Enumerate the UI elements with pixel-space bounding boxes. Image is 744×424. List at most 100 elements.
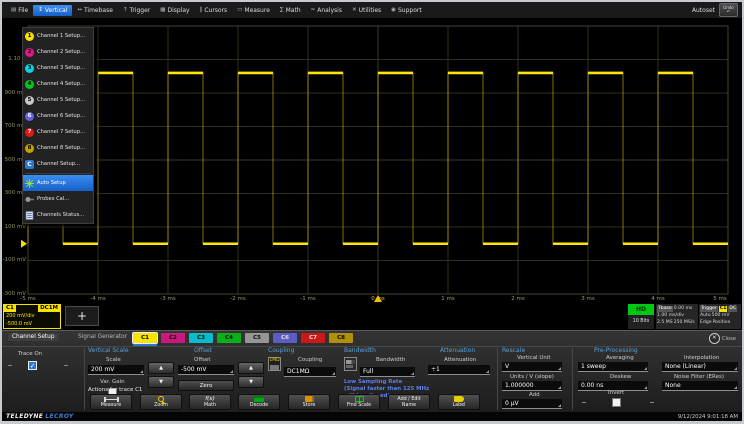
averaging-field[interactable]: 1 sweep <box>578 362 648 372</box>
menu-support[interactable]: ◉Support <box>386 5 427 16</box>
measure-action-button[interactable]: Measure <box>90 394 132 410</box>
c1-trace-descriptor[interactable]: C1 DC1M 200 mV/div -500.0 mV <box>3 304 61 329</box>
menu-item-label: Probes Cal... <box>37 196 69 202</box>
channel-chip-c8[interactable]: C8 <box>329 333 353 343</box>
channel-chip-c4[interactable]: C4 <box>217 333 241 343</box>
autoset-button[interactable]: Autoset <box>692 7 715 14</box>
slope-field[interactable]: 1.000000 <box>502 381 562 391</box>
menu-item-label: Channel 5 Setup... <box>37 97 85 103</box>
bandwidth-heading: Bandwidth <box>344 347 376 354</box>
c1-ground-marker[interactable] <box>21 240 27 248</box>
tab-signal-generator[interactable]: Signal Generator <box>74 333 131 341</box>
auto-setup-icon <box>25 179 34 188</box>
trigger-level: 500 mV <box>712 312 730 319</box>
menu-cursors[interactable]: ∥Cursors <box>195 5 233 16</box>
action-label: Store <box>303 403 316 408</box>
menu-analysis[interactable]: ≈Analysis <box>306 5 347 16</box>
coupling-label: Coupling <box>298 357 322 363</box>
close-label: Close <box>722 336 736 342</box>
x-tick-label: 3 ms <box>575 296 601 302</box>
add-trace-button[interactable]: + <box>65 306 99 326</box>
attenuation-field[interactable]: ÷1 <box>428 365 490 375</box>
menu-timebase[interactable]: ↔Timebase <box>72 5 118 16</box>
menu-item-channel-setup[interactable]: CChannel Setup... <box>23 156 93 172</box>
menu-item-channel-1-setup[interactable]: 1Channel 1 Setup... <box>23 28 93 44</box>
scale-field[interactable]: 200 mV <box>88 365 144 375</box>
graticule-plot <box>2 18 742 304</box>
channel-4-icon: 4 <box>25 80 34 89</box>
menu-item-label: Channel 4 Setup... <box>37 81 85 87</box>
channel-chip-c2[interactable]: C2 <box>161 333 185 343</box>
action-label: Measure <box>101 403 121 408</box>
zero-offset-button[interactable]: Zero <box>178 380 234 391</box>
menu-math[interactable]: ∑Math <box>275 5 306 16</box>
menu-file[interactable]: ▤File <box>6 5 33 16</box>
averaging-label: Averaging <box>606 355 634 361</box>
menu-display[interactable]: ▦Display <box>155 5 194 16</box>
menu-item-channel-4-setup[interactable]: 4Channel 4 Setup... <box>23 76 93 92</box>
label-action-button[interactable]: Label <box>438 394 480 410</box>
math-action-button[interactable]: f(x)Math <box>189 394 231 410</box>
slope-label: Units / V (slope) <box>510 374 554 380</box>
coupling-impedance-icon: 1MΩ <box>268 357 281 371</box>
channel-chip-c6[interactable]: C6 <box>273 333 297 343</box>
trigger-descriptor[interactable]: TriggerC1DC Auto500 mV EdgePositive <box>699 304 741 329</box>
menu-trigger[interactable]: ↑Trigger <box>118 5 155 16</box>
decode-action-button[interactable]: Decode <box>238 394 280 410</box>
menu-item-channel-7-setup[interactable]: 7Channel 7 Setup... <box>23 124 93 140</box>
menu-item-channel-8-setup[interactable]: 8Channel 8 Setup... <box>23 140 93 156</box>
menu-label: Cursors <box>204 7 227 14</box>
menu-utilities[interactable]: ✕Utilities <box>347 5 386 16</box>
attenuation-label: Attenuation <box>444 357 476 363</box>
noise-filter-field[interactable]: None <box>662 381 738 391</box>
channel-chip-c1[interactable]: C1 <box>133 333 157 343</box>
bandwidth-filter-icon <box>344 357 357 371</box>
interpolation-field[interactable]: None (Linear) <box>662 362 738 372</box>
offset-increase-button[interactable]: ▲ <box>238 362 264 374</box>
channel-3-icon: 3 <box>25 64 34 73</box>
vertical-unit-field[interactable]: V <box>502 362 562 372</box>
undo-button[interactable]: Undo↶ <box>719 3 738 17</box>
scale-decrease-button[interactable]: ▼ <box>148 376 174 388</box>
x-tick-label: 0 ms <box>365 296 391 302</box>
channel-8-icon: 8 <box>25 144 34 153</box>
invert-checkbox[interactable] <box>612 398 621 407</box>
menu-measure[interactable]: ▭Measure <box>232 5 275 16</box>
c1-coupling-badge: DC1M <box>38 305 60 312</box>
channel-chip-c5[interactable]: C5 <box>245 333 269 343</box>
menu-item-channel-2-setup[interactable]: 2Channel 2 Setup... <box>23 44 93 60</box>
hd-mode-descriptor[interactable]: HD 10 Bits <box>628 304 654 329</box>
timebase-descriptor[interactable]: Tbase0.00 ms 1.00 ms/div 2.5 MS250 MS/s <box>656 304 698 329</box>
channel-7-icon: 7 <box>25 128 34 137</box>
channel-chip-c3[interactable]: C3 <box>189 333 213 343</box>
dialog-close-button[interactable]: ✕ Close <box>709 333 736 344</box>
scale-label: Scale <box>106 357 121 363</box>
trace-on-checkbox[interactable]: ✓ <box>28 361 37 370</box>
memory-icon <box>305 396 314 402</box>
menu-item-channel-6-setup[interactable]: 6Channel 6 Setup... <box>23 108 93 124</box>
menu-item-label: Channel 1 Setup... <box>37 33 85 39</box>
add-edit-name-action-button[interactable]: Add / EditName <box>388 394 430 410</box>
channel-chip-c7[interactable]: C7 <box>301 333 325 343</box>
bandwidth-field[interactable]: Full <box>360 367 415 377</box>
menu-item-channel-5-setup[interactable]: 5Channel 5 Setup... <box>23 92 93 108</box>
find-scale-action-button[interactable]: Find Scale <box>338 394 380 410</box>
menu-item-auto-setup[interactable]: Auto Setup <box>23 175 93 191</box>
x-tick-label: 1 ms <box>435 296 461 302</box>
offset-decrease-button[interactable]: ▼ <box>238 376 264 388</box>
scale-increase-button[interactable]: ▲ <box>148 362 174 374</box>
add-field[interactable]: 0 µV <box>502 399 562 409</box>
measure-icon: ▭ <box>237 7 242 13</box>
coupling-field[interactable]: DC1MΩ <box>284 367 336 377</box>
menu-vertical[interactable]: ↕Vertical <box>33 5 72 16</box>
channel-6-icon: 6 <box>25 112 34 121</box>
tab-channel-setup[interactable]: Channel Setup <box>8 333 59 341</box>
menu-item-probes-cal[interactable]: Probes Cal... <box>23 191 93 207</box>
menu-item-channels-status[interactable]: Channels Status... <box>23 207 93 223</box>
zoom-action-button[interactable]: Zoom <box>140 394 182 410</box>
store-action-button[interactable]: Store <box>288 394 330 410</box>
offset-field[interactable]: -500 mV <box>178 365 234 375</box>
c1-label: C1 <box>4 305 16 312</box>
menu-item-channel-3-setup[interactable]: 3Channel 3 Setup... <box>23 60 93 76</box>
display-grid-icon: ▦ <box>160 7 165 13</box>
